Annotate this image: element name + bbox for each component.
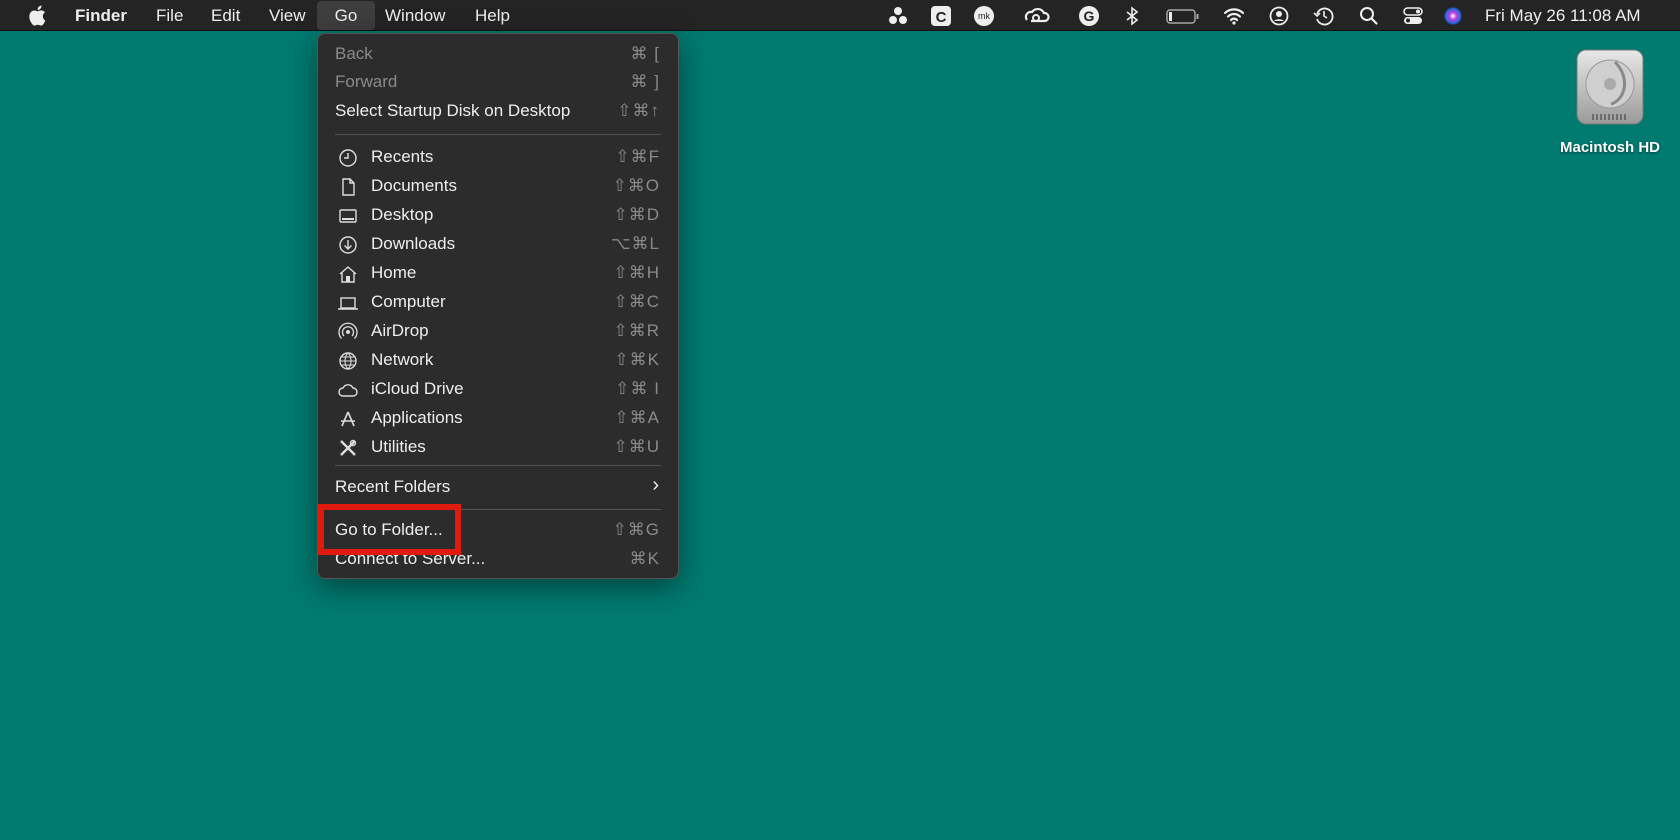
globe-icon [338,351,358,371]
menu-item-downloads[interactable]: Downloads ⌥⌘L [318,231,678,259]
control-center-icon[interactable] [1402,5,1424,27]
laptop-icon [338,293,358,313]
wifi-icon[interactable] [1223,5,1245,27]
menu-item-label: Desktop [371,205,434,224]
shortcut: ⇧⌘F [615,147,660,166]
svg-text:C: C [936,9,947,26]
time-machine-icon[interactable] [1313,5,1335,27]
separator [335,465,661,466]
shortcut: ⌘ ] [630,72,660,91]
user-icon[interactable] [1268,5,1290,27]
menu-item-back[interactable]: Back ⌘ [ [318,41,678,69]
download-icon [338,235,358,255]
grammarly-icon[interactable]: G [1078,5,1100,27]
creative-cloud-icon[interactable] [1024,5,1050,27]
menu-item-utilities[interactable]: Utilities ⇧⌘U [318,434,678,462]
menu-item-applications[interactable]: Applications ⇧⌘A [318,405,678,433]
menu-item-label: Downloads [371,234,456,253]
menu-item-desktop[interactable]: Desktop ⇧⌘D [318,202,678,230]
menu-item-label: Applications [371,408,463,427]
menu-item-label: Network [371,350,434,369]
menu-item-label: AirDrop [371,321,429,340]
clipboard-c-icon[interactable]: C [930,5,952,27]
mk-icon[interactable]: mk [973,5,995,27]
hard-drive-icon [1576,49,1644,125]
menu-item-airdrop[interactable]: AirDrop ⇧⌘R [318,318,678,346]
menu-item-label: Forward [335,72,398,91]
menu-item-select-startup-disk[interactable]: Select Startup Disk on Desktop ⇧⌘↑ [318,98,678,126]
menu-item-home[interactable]: Home ⇧⌘H [318,260,678,288]
menu-item-forward[interactable]: Forward ⌘ ] [318,69,678,97]
home-icon [338,264,358,284]
separator [335,134,661,135]
shortcut: ⇧⌘H [613,263,660,282]
shortcut: ⇧⌘K [614,350,660,369]
menu-item-label: Recents [371,147,434,166]
svg-text:G: G [1084,8,1095,24]
cloud-icon [338,380,358,400]
menu-window[interactable]: Window [385,0,445,31]
menu-item-label: iCloud Drive [371,379,464,398]
menu-item-label: Utilities [371,437,426,456]
menu-go[interactable]: Go [317,1,375,30]
shortcut: ⌘ [ [630,44,660,63]
app-menu-finder[interactable]: Finder [75,0,127,31]
menu-item-recents[interactable]: Recents ⇧⌘F [318,144,678,172]
menu-item-documents[interactable]: Documents ⇧⌘O [318,173,678,201]
menu-file[interactable]: File [156,0,183,31]
menu-edit[interactable]: Edit [211,0,240,31]
shortcut: ⇧⌘G [612,520,660,539]
menu-item-icloud-drive[interactable]: iCloud Drive ⇧⌘ I [318,376,678,404]
asana-icon[interactable] [887,5,909,27]
shortcut: ⇧⌘D [613,205,660,224]
shortcut: ⇧⌘↑ [617,101,660,120]
go-menu-dropdown: Back ⌘ [ Forward ⌘ ] Select Startup Disk o… [317,33,679,579]
battery-icon[interactable] [1166,5,1200,27]
shortcut: ⇧⌘C [613,292,660,311]
tools-icon [338,438,358,458]
document-icon [338,177,358,197]
shortcut: ⇧⌘U [613,437,660,456]
applications-icon [338,409,358,429]
menu-bar: Finder File Edit View Go Window Help C m… [0,0,1680,31]
menu-item-label: Documents [371,176,457,195]
shortcut: ⇧⌘O [612,176,660,195]
apple-menu-icon[interactable] [28,0,46,31]
shortcut: ⌘K [629,549,660,568]
svg-text:mk: mk [978,11,990,21]
desktop-icon-macintosh-hd[interactable]: Macintosh HD [1560,48,1660,156]
chevron-right-icon: › [652,474,660,496]
siri-icon[interactable] [1442,5,1464,27]
menu-item-network[interactable]: Network ⇧⌘K [318,347,678,375]
search-icon[interactable] [1358,5,1380,27]
bluetooth-icon[interactable] [1121,5,1143,27]
menu-item-computer[interactable]: Computer ⇧⌘C [318,289,678,317]
menu-item-label: Back [335,44,373,63]
shortcut: ⇧⌘A [614,408,660,427]
menu-help[interactable]: Help [475,0,510,31]
menu-item-recent-folders[interactable]: Recent Folders › [318,474,678,502]
shortcut: ⌥⌘L [610,234,660,253]
menu-item-label: Select Startup Disk on Desktop [335,101,571,120]
clock[interactable]: Fri May 26 11:08 AM [1485,0,1641,31]
desktop-icon-label: Macintosh HD [1560,139,1661,156]
shortcut: ⇧⌘ I [615,379,660,398]
desktop-icon [338,206,358,226]
menu-item-label: Computer [371,292,446,311]
shortcut: ⇧⌘R [613,321,660,340]
menu-view[interactable]: View [269,0,306,31]
clock-icon [338,148,358,168]
airdrop-icon [338,322,358,342]
menu-item-label: Home [371,263,417,282]
highlight-box [318,504,461,555]
menu-item-label: Recent Folders [335,477,451,496]
